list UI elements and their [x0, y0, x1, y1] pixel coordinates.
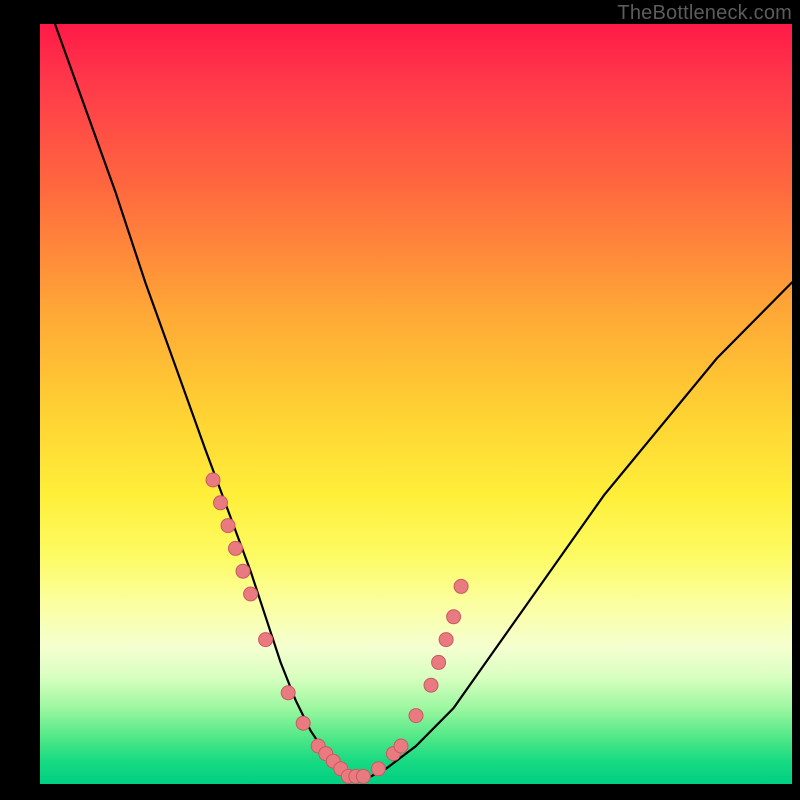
marker-dot [424, 678, 438, 692]
marker-dot [409, 709, 423, 723]
watermark-text: TheBottleneck.com [617, 2, 792, 25]
marker-dot [259, 633, 273, 647]
plot-area [40, 24, 792, 784]
marker-dot [454, 579, 468, 593]
marker-dot [394, 739, 408, 753]
chart-frame: TheBottleneck.com [0, 0, 800, 800]
marker-dot [206, 473, 220, 487]
marker-dot [296, 716, 310, 730]
marker-dot [236, 564, 250, 578]
marker-dot [439, 633, 453, 647]
bottleneck-curve [55, 24, 792, 776]
marker-dot [229, 541, 243, 555]
marker-dot [371, 762, 385, 776]
marker-dot [214, 496, 228, 510]
marker-dots [206, 473, 468, 783]
curve-svg [40, 24, 792, 784]
marker-dot [432, 655, 446, 669]
marker-dot [281, 686, 295, 700]
marker-dot [447, 610, 461, 624]
marker-dot [356, 769, 370, 783]
marker-dot [221, 519, 235, 533]
marker-dot [244, 587, 258, 601]
